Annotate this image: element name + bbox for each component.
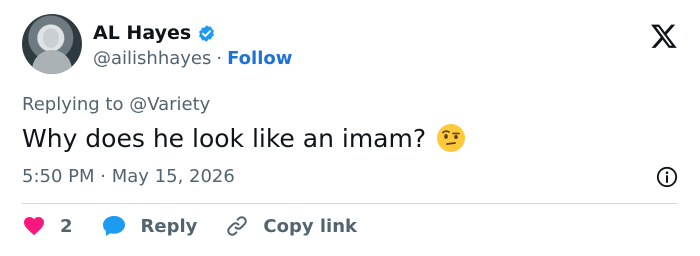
reply-label: Reply xyxy=(140,215,198,237)
divider xyxy=(22,203,678,204)
reply-button[interactable]: Reply xyxy=(101,214,198,238)
handle-separator: · xyxy=(216,48,223,69)
tweet-text-row: Why does he look like an imam? xyxy=(22,123,466,153)
avatar-body xyxy=(32,50,72,74)
reply-bubble-icon xyxy=(102,216,125,236)
author-handle[interactable]: @ailishhayes xyxy=(93,48,211,69)
author-name[interactable]: AL Hayes xyxy=(93,22,191,44)
raised-eyebrow-emoji-icon xyxy=(437,124,466,152)
avatar[interactable] xyxy=(22,14,82,74)
avatar-face xyxy=(43,28,59,48)
heart-icon xyxy=(24,217,44,236)
link-icon xyxy=(227,216,248,236)
tweet-time: 5:50 PM xyxy=(22,166,95,187)
author-handle-row: @ailishhayes · Follow xyxy=(93,48,292,69)
tweet-text: Why does he look like an imam? xyxy=(22,123,427,153)
action-bar: 2 Reply Copy link xyxy=(22,214,385,238)
time-separator: · xyxy=(100,166,106,187)
tweet-date: May 15, 2026 xyxy=(111,166,235,187)
follow-button[interactable]: Follow xyxy=(227,48,292,69)
tweet-timestamp[interactable]: 5:50 PM · May 15, 2026 xyxy=(22,166,235,187)
author-name-row: AL Hayes xyxy=(93,22,216,44)
info-icon[interactable] xyxy=(656,166,678,188)
like-count: 2 xyxy=(60,215,73,237)
verified-badge-icon xyxy=(199,24,215,42)
x-logo-icon[interactable] xyxy=(650,22,678,50)
replying-to[interactable]: Replying to @Variety xyxy=(22,94,210,115)
copy-link-button[interactable]: Copy link xyxy=(225,214,357,238)
copy-link-label: Copy link xyxy=(263,215,357,237)
like-button[interactable]: 2 xyxy=(22,214,73,238)
